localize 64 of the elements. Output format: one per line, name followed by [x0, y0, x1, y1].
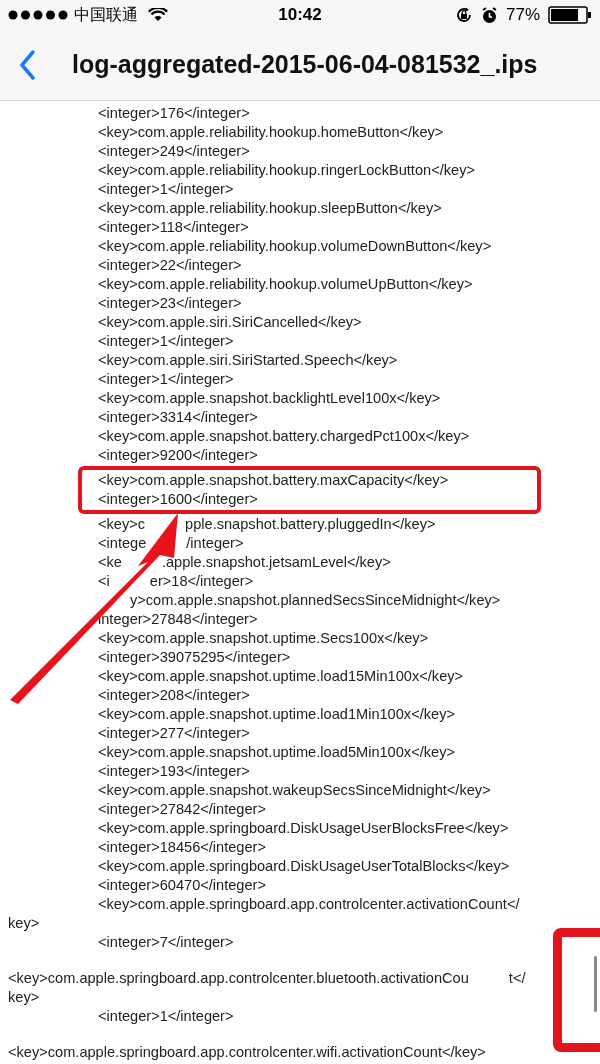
- code-line: <key>com.apple.snapshot.uptime.load15Min100x</key>: [98, 667, 464, 686]
- nav-title: log-aggregated-2015-06-04-081532_.ips: [72, 49, 538, 81]
- code-line: <integer>118</integer>: [98, 218, 249, 237]
- code-line: <integer>1</integer>: [98, 370, 234, 389]
- wifi-icon: [148, 8, 168, 22]
- code-line: <integer>1</integer>: [98, 1007, 234, 1026]
- alarm-icon: [481, 6, 498, 24]
- signal-icon: [8, 10, 70, 20]
- code-line: <integer>176</integer>: [98, 104, 250, 123]
- code-line: <key>com.apple.reliability.hookup.ringerLockButton</key>: [98, 161, 475, 180]
- code-line: <key>com.apple.springboard.DiskUsageUserTotalBlocks</key>: [98, 857, 510, 876]
- code-line: <integer>7</integer>: [98, 933, 234, 952]
- battery-icon: [548, 6, 592, 24]
- code-line: <integer>9200</integer>: [98, 446, 258, 465]
- code-line: <key>com.apple.snapshot.uptime.load5Min100x</key>: [98, 743, 455, 762]
- code-line: <integer>27842</integer>: [98, 800, 266, 819]
- code-line: <key>com.apple.snapshot.wakeupSecsSinceMidnight</key>: [98, 781, 491, 800]
- code-line: <integer>249</integer>: [98, 142, 250, 161]
- code-line: <integer>1</integer>: [98, 332, 234, 351]
- code-line: key>: [8, 988, 40, 1007]
- code-line: <ke: [98, 553, 122, 572]
- code-line: <key>com.apple.snapshot.backlightLevel100x</key>: [98, 389, 441, 408]
- code-line: <i: [98, 572, 110, 591]
- code-line: <integer>22</integer>: [98, 256, 242, 275]
- code-line: <integer>18456</integer>: [98, 838, 266, 857]
- code-line: <intege: [98, 534, 147, 553]
- code-line: <integer>208</integer>: [98, 686, 250, 705]
- code-line: t</: [508, 969, 526, 988]
- code-line: <integer>3314</integer>: [98, 408, 258, 427]
- rotation-lock-icon: [455, 6, 473, 24]
- code-line: <integer>1600</integer>: [98, 490, 258, 509]
- code-line: <key>com.apple.reliability.hookup.volumeDownButton</key>: [98, 237, 492, 256]
- code-line: <integer>1</integer>: [98, 180, 234, 199]
- code-line: <key>com.apple.reliability.hookup.homeButton</key>: [98, 123, 444, 142]
- code-line: <key>c: [98, 515, 146, 534]
- code-line: <key>com.apple.reliability.hookup.sleepButton</key>: [98, 199, 442, 218]
- code-line: integer>27848</integer>: [98, 610, 258, 629]
- carrier-name: 中国联通: [74, 5, 138, 25]
- code-line: <key>com.apple.springboard.DiskUsageUserBlocksFree</key>: [98, 819, 509, 838]
- code-line: <key>com.apple.snapshot.uptime.Secs100x</key>: [98, 629, 429, 648]
- code-line: <key>com.apple.springboard.app.controlcenter.activationCount</: [98, 895, 520, 914]
- code-line: .apple.snapshot.jetsamLevel</key>: [161, 553, 391, 572]
- battery-percent: 77%: [506, 4, 540, 27]
- code-line: <integer>60470</integer>: [98, 876, 266, 895]
- code-line: er>18</integer>: [149, 572, 254, 591]
- code-line: <integer>39075295</integer>: [98, 648, 291, 667]
- code-line: <key>com.apple.springboard.app.controlcenter.wifi.activationCount</key>: [8, 1043, 486, 1062]
- back-chevron-icon: [19, 50, 35, 80]
- code-line: pple.snapshot.battery.pluggedIn</key>: [185, 515, 436, 534]
- code-line: <key>com.apple.springboard.app.controlcenter.bluetooth.activationCou: [8, 969, 469, 988]
- code-line: <key>com.apple.snapshot.battery.maxCapacity</key>: [98, 471, 449, 490]
- scrollbar: [594, 956, 597, 1012]
- code-line: <key>com.apple.siri.SiriStarted.Speech</key>: [98, 351, 398, 370]
- code-line: <key>com.apple.reliability.hookup.volumeUpButton</key>: [98, 275, 473, 294]
- code-line: <key>com.apple.snapshot.uptime.load1Min100x</key>: [98, 705, 455, 724]
- code-line: key>: [8, 914, 40, 933]
- code-line: <integer>23</integer>: [98, 294, 242, 313]
- code-line: <key>com.apple.siri.SiriCancelled</key>: [98, 313, 362, 332]
- code-line: <integer>193</integer>: [98, 762, 250, 781]
- code-line: <key>com.apple.snapshot.battery.chargedPct100x</key>: [98, 427, 470, 446]
- code-line: /integer>: [186, 534, 244, 553]
- code-line: y>com.apple.snapshot.plannedSecsSinceMidnight</key>: [130, 591, 501, 610]
- code-line: <integer>277</integer>: [98, 724, 250, 743]
- status-time: 10:42: [278, 4, 322, 27]
